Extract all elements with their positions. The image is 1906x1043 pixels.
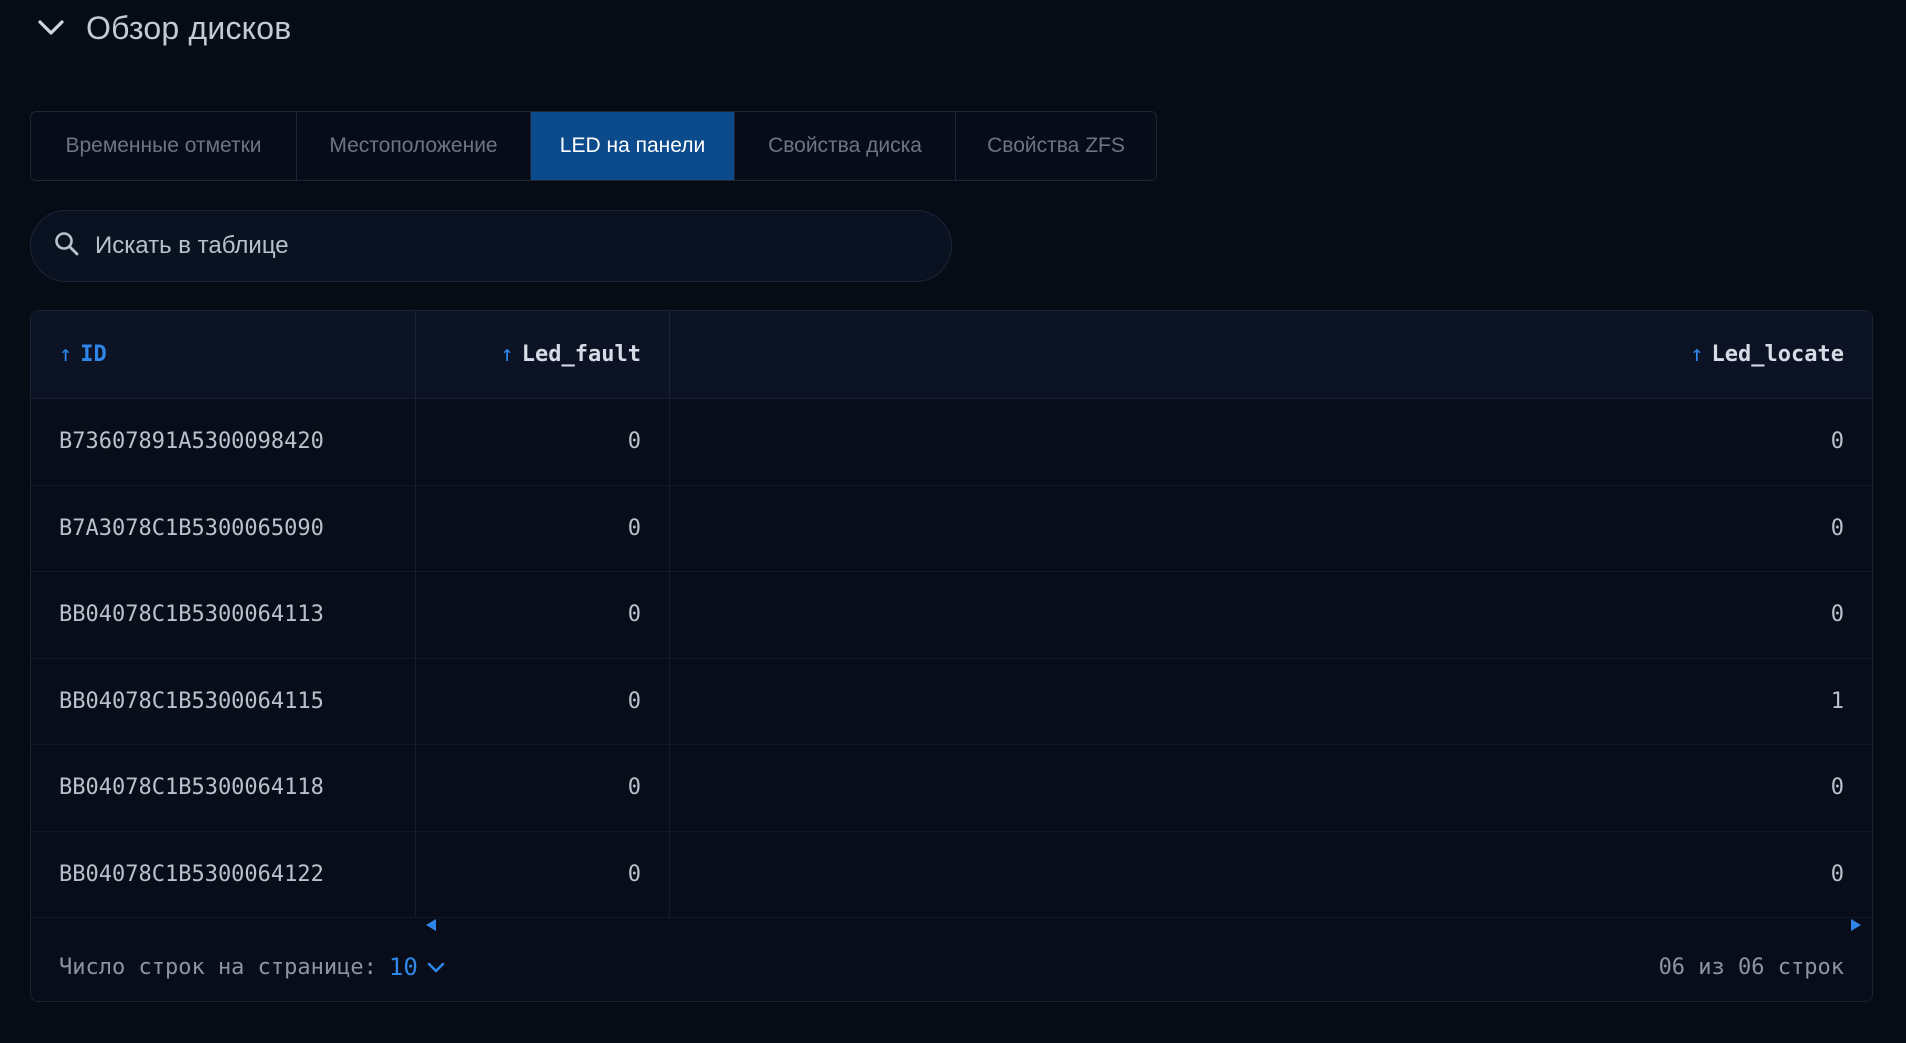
cell-led-fault: 0 [416,399,670,485]
chevron-down-icon[interactable] [36,13,66,43]
rows-per-page-select[interactable]: 10 [389,953,446,981]
tab-bar: Временные отметки Местоположение LED на … [30,111,1157,181]
sort-arrow-up-icon: ↑ [1690,342,1704,367]
table-row: BB04078C1B5300064113 0 0 [31,572,1872,659]
table-row: BB04078C1B5300064122 0 0 [31,831,1872,918]
table-footer: Число строк на странице: 10 06 из 06 стр… [31,933,1872,1001]
column-header-led-locate[interactable]: ↑ Led_locate [670,311,1872,398]
rows-per-page-label: Число строк на странице: [59,954,377,980]
table-row: BB04078C1B5300064115 0 1 [31,658,1872,745]
search-input[interactable] [95,232,935,260]
cell-led-fault: 0 [416,572,670,658]
horizontal-scrollbar[interactable] [31,918,1872,931]
tab-led-panel[interactable]: LED на панели [531,112,735,180]
section-header[interactable]: Обзор дисков [36,6,291,50]
search-box [30,210,952,282]
column-header-led-fault[interactable]: ↑ Led_fault [416,311,670,398]
cell-id: BB04078C1B5300064122 [31,831,416,917]
sort-arrow-up-icon: ↑ [59,342,73,367]
cell-led-locate: 0 [1830,515,1844,541]
cell-led-locate: 0 [1830,602,1844,628]
cell-led-locate: 0 [1830,775,1844,801]
tab-disk-properties[interactable]: Свойства диска [735,112,956,180]
search-icon [53,230,81,263]
cell-id: B7A3078C1B5300065090 [31,485,416,571]
cell-led-fault: 0 [416,831,670,917]
chevron-down-icon [426,953,446,981]
row-count: 06 из 06 строк [1658,954,1844,980]
table-row: B73607891A5300098420 0 0 [31,399,1872,486]
cell-led-locate: 0 [1830,861,1844,887]
rows-per-page-value: 10 [388,953,418,981]
table-row: BB04078C1B5300064118 0 0 [31,745,1872,832]
table-body: B73607891A5300098420 0 0 B7A3078C1B53000… [31,399,1872,918]
column-header-id[interactable]: ↑ ID [31,311,416,398]
data-table: ↑ ID ↑ Led_fault ↑ Led_locate B73607891A… [30,310,1873,1002]
cell-id: BB04078C1B5300064118 [31,745,416,831]
cell-id: BB04078C1B5300064115 [31,658,416,744]
cell-id: B73607891A5300098420 [31,399,416,485]
cell-led-fault: 0 [416,745,670,831]
cell-led-locate: 1 [1830,688,1844,714]
table-row: B7A3078C1B5300065090 0 0 [31,485,1872,572]
cell-led-locate: 0 [1830,429,1844,455]
cell-led-fault: 0 [416,658,670,744]
rows-per-page: Число строк на странице: 10 [59,953,446,981]
section-title: Обзор дисков [86,9,292,46]
tab-zfs-properties[interactable]: Свойства ZFS [956,112,1156,180]
cell-led-fault: 0 [416,485,670,571]
cell-id: BB04078C1B5300064113 [31,572,416,658]
table-header: ↑ ID ↑ Led_fault ↑ Led_locate [31,311,1872,399]
tab-timestamps[interactable]: Временные отметки [31,112,297,180]
sort-arrow-up-icon: ↑ [500,342,514,367]
tab-location[interactable]: Местоположение [297,112,531,180]
